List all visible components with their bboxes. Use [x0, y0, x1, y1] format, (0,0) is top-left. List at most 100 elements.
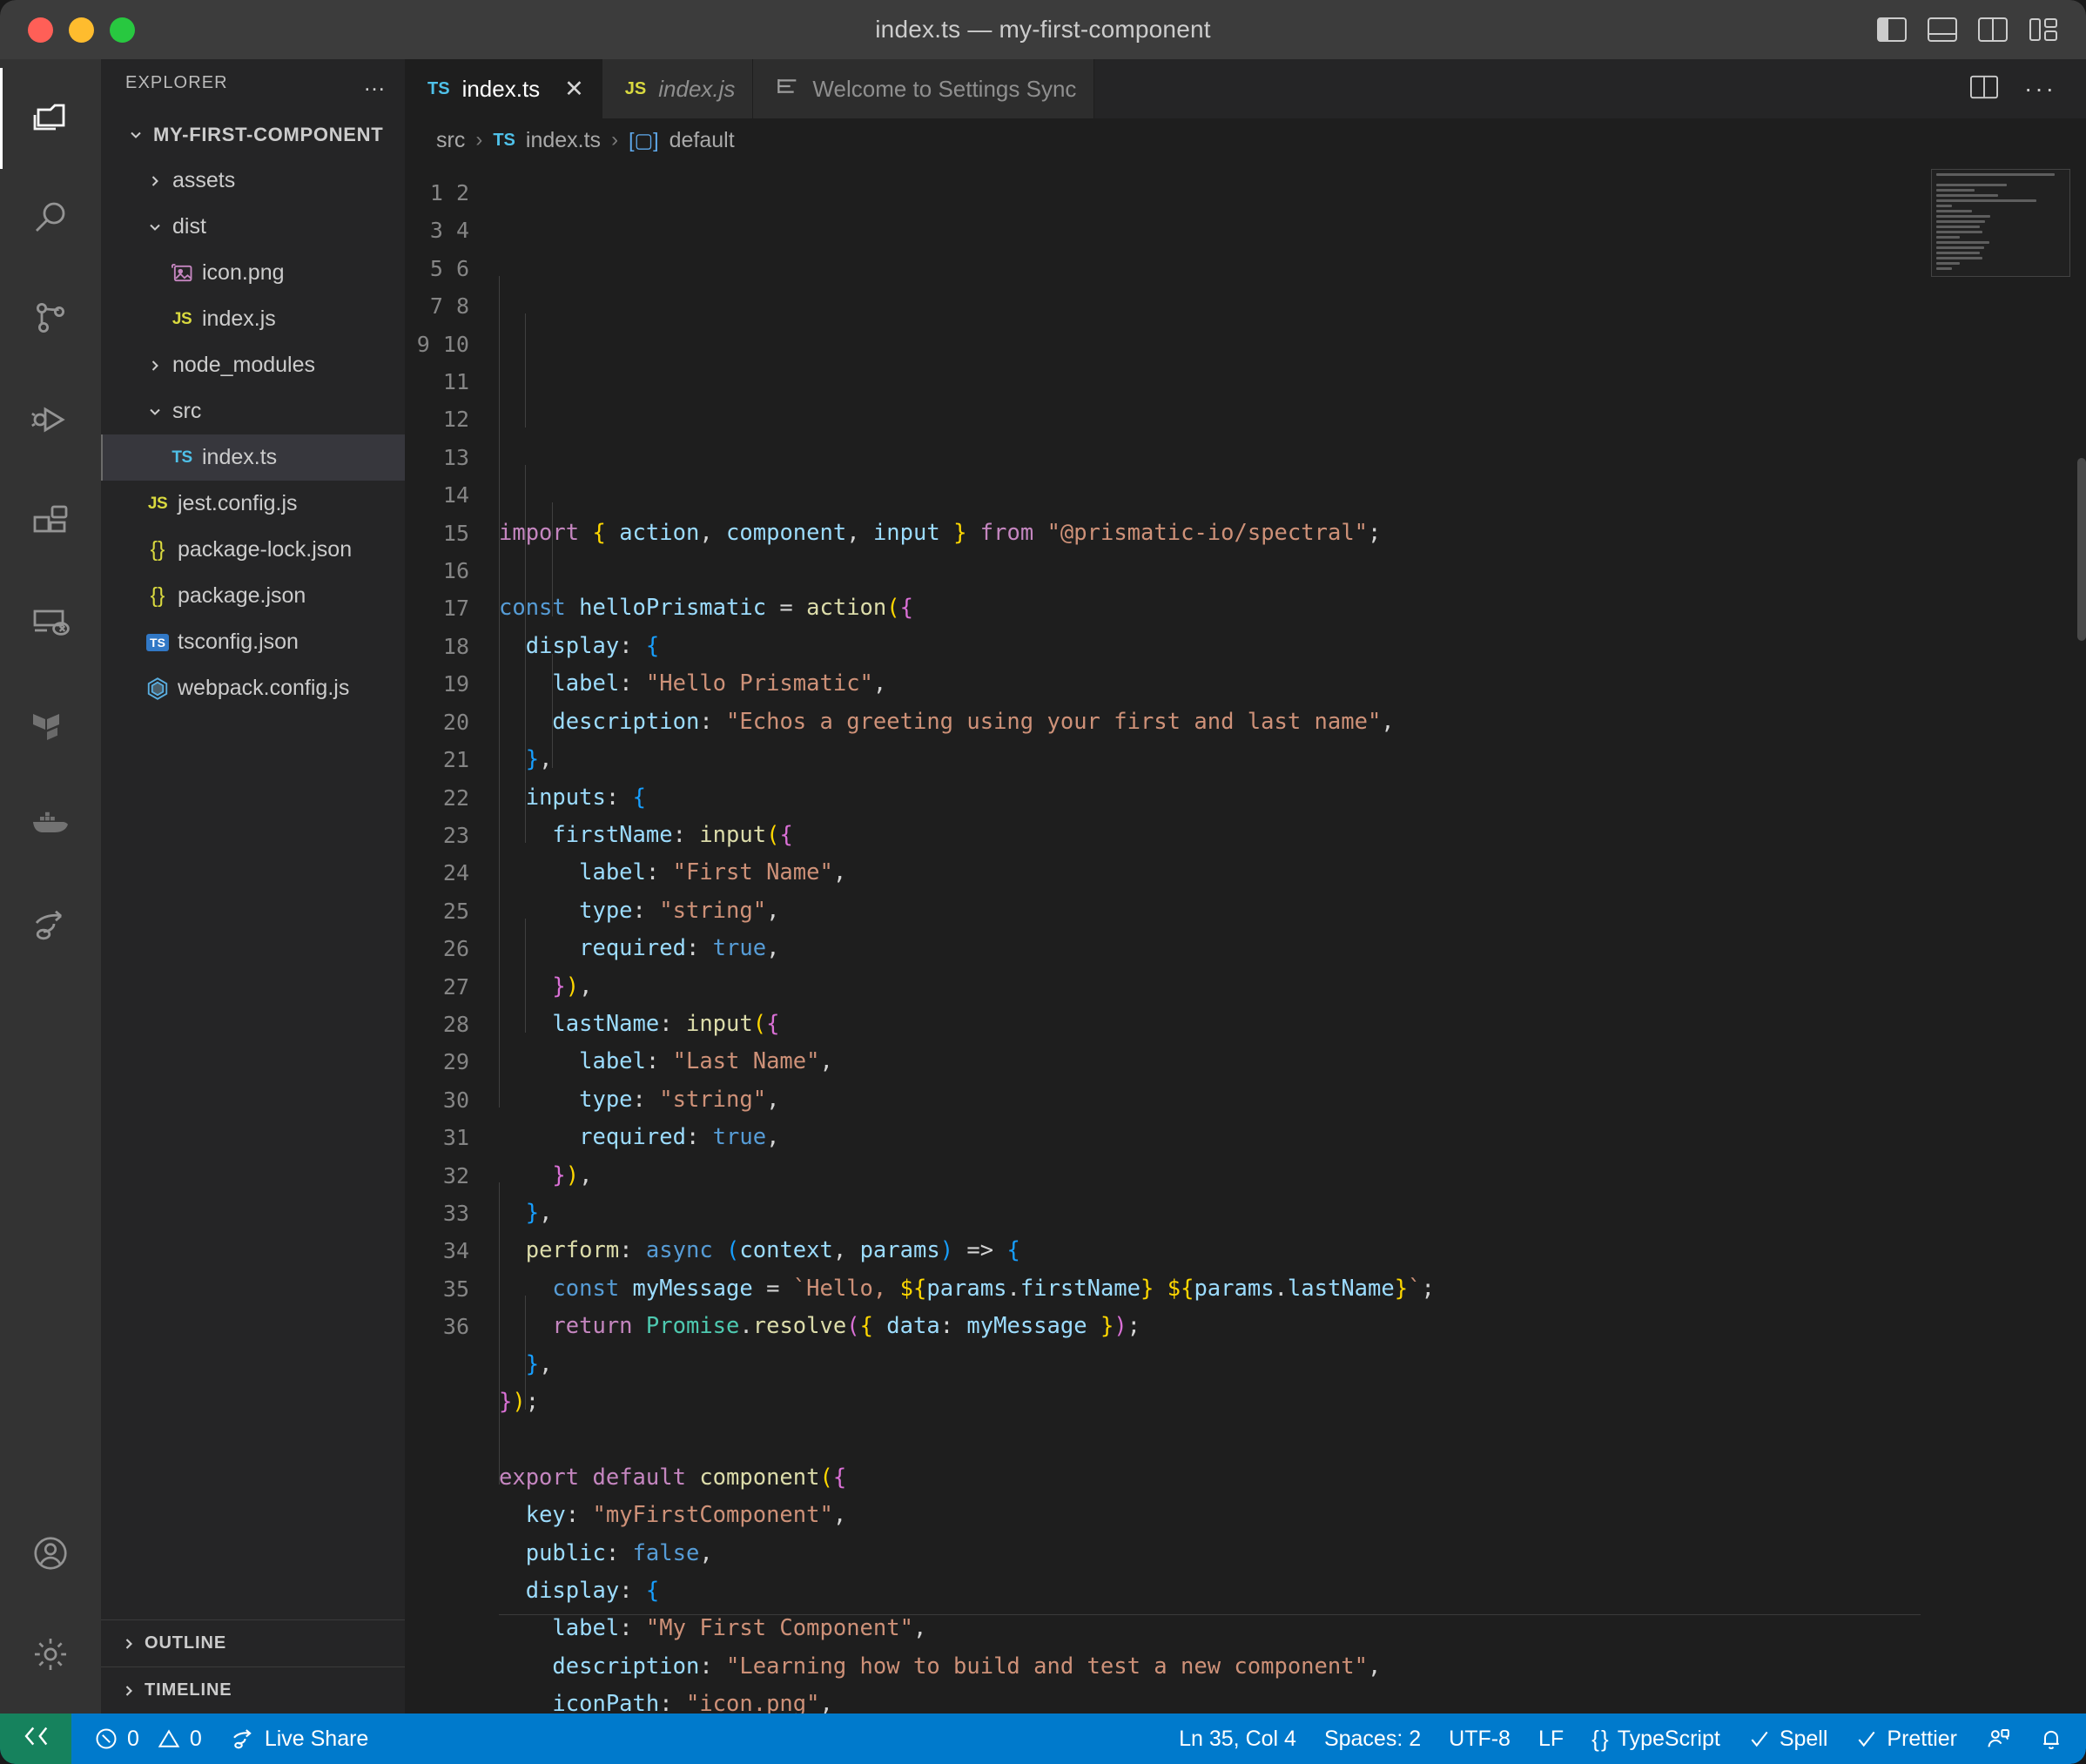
tree-item-label: dist	[171, 214, 206, 239]
status-cursor-position[interactable]: Ln 35, Col 4	[1165, 1714, 1310, 1764]
breadcrumb-item-src[interactable]: src	[436, 128, 465, 153]
status-feedback[interactable]	[1971, 1714, 2025, 1764]
tree-item-label: assets	[171, 168, 235, 193]
tab-welcome-to-settings-sync[interactable]: Welcome to Settings Sync	[753, 59, 1094, 118]
js-icon: JS	[625, 79, 646, 99]
list-icon	[776, 76, 800, 103]
tree-root-label: MY-FIRST-COMPONENT	[151, 124, 383, 146]
tab-index-js[interactable]: JS index.js	[602, 59, 754, 118]
status-prettier[interactable]: Prettier	[1841, 1714, 1971, 1764]
js-icon: JS	[139, 495, 176, 514]
activity-item-source-control[interactable]	[0, 270, 101, 371]
tree-item-jest-config-js[interactable]: JS jest.config.js	[101, 481, 405, 527]
terraform-icon	[30, 702, 71, 748]
minimize-window-button[interactable]	[69, 17, 94, 43]
activity-item-live-share[interactable]	[0, 876, 101, 977]
code-editor[interactable]: 1 2 3 4 5 6 7 8 9 10 11 12 13 14 15 16 1…	[405, 162, 2086, 1714]
status-eol[interactable]: LF	[1524, 1714, 1578, 1764]
vscode-window: index.ts — my-first-component	[0, 0, 2086, 1764]
ts-icon: TS	[493, 131, 515, 151]
code-content[interactable]: import { action, component, input } from…	[480, 162, 2086, 1714]
toggle-primary-sidebar-icon[interactable]	[1877, 17, 1907, 42]
live-share-icon	[230, 1727, 256, 1751]
status-live-share[interactable]: Live Share	[216, 1714, 383, 1764]
split-editor-icon[interactable]	[1970, 75, 1998, 104]
check-icon	[1748, 1727, 1771, 1750]
editor-scrollbar[interactable]	[2077, 458, 2086, 641]
tree-item-package-json[interactable]: {} package.json	[101, 573, 405, 619]
maximize-window-button[interactable]	[110, 17, 135, 43]
status-remote-indicator[interactable]	[0, 1714, 71, 1764]
activity-item-terraform[interactable]	[0, 674, 101, 775]
json-icon: {}	[139, 537, 176, 562]
tree-item-index-ts[interactable]: TS index.ts	[101, 434, 405, 481]
status-spell[interactable]: Spell	[1734, 1714, 1842, 1764]
extensions-icon	[30, 500, 71, 546]
tree-item-label: webpack.config.js	[176, 676, 349, 701]
customize-layout-icon[interactable]	[2029, 17, 2058, 42]
tree-item-dist[interactable]: dist	[101, 204, 405, 250]
tree-item-label: icon.png	[200, 260, 285, 286]
status-problems[interactable]: 0 0	[71, 1714, 216, 1764]
sidebar-title-label: EXPLORER	[125, 73, 228, 93]
status-encoding[interactable]: UTF-8	[1435, 1714, 1524, 1764]
activity-item-extensions[interactable]	[0, 472, 101, 573]
tree-item-index-js[interactable]: JS index.js	[101, 296, 405, 342]
activity-item-search[interactable]	[0, 169, 101, 270]
chevron-right-icon: ›	[475, 128, 482, 152]
tree-item-webpack-config-js[interactable]: webpack.config.js	[101, 665, 405, 711]
tree-item-assets[interactable]: assets	[101, 158, 405, 204]
breadcrumb-item-default[interactable]: default	[670, 128, 735, 153]
status-indentation[interactable]: Spaces: 2	[1310, 1714, 1435, 1764]
chevron-down-icon	[139, 219, 171, 236]
activity-item-manage[interactable]	[0, 1606, 101, 1707]
tree-item-label: index.js	[200, 306, 276, 332]
file-tree: MY-FIRST-COMPONENT assets dist	[101, 106, 405, 1619]
run-debug-icon	[30, 399, 71, 445]
sidebar-section-label: OUTLINE	[145, 1633, 226, 1653]
more-actions-icon[interactable]: ···	[2024, 77, 2056, 101]
activity-item-explorer[interactable]	[0, 68, 101, 169]
tree-root-my-first-component[interactable]: MY-FIRST-COMPONENT	[101, 111, 405, 158]
tab-index-ts[interactable]: TS index.ts ✕	[405, 59, 602, 118]
activity-item-remote-explorer[interactable]	[0, 573, 101, 674]
sidebar-section-timeline[interactable]: TIMELINE	[101, 1666, 405, 1714]
live-share-icon	[30, 904, 71, 950]
tree-item-icon-png[interactable]: icon.png	[101, 250, 405, 296]
chevron-right-icon: ›	[611, 128, 618, 152]
sidebar-more-actions-icon[interactable]: …	[363, 71, 387, 94]
sidebar-title: EXPLORER …	[101, 59, 405, 106]
tree-item-label: package-lock.json	[176, 537, 352, 562]
tree-item-package-lock-json[interactable]: {} package-lock.json	[101, 527, 405, 573]
docker-icon	[30, 803, 71, 849]
breadcrumb: src › TS index.ts › [▢] default	[405, 118, 2086, 162]
check-icon	[1855, 1727, 1878, 1750]
tree-item-src[interactable]: src	[101, 388, 405, 434]
chevron-right-icon	[139, 357, 171, 374]
toggle-panel-icon[interactable]	[1928, 17, 1957, 42]
close-icon[interactable]: ✕	[564, 77, 584, 101]
tree-item-label: jest.config.js	[176, 491, 298, 516]
status-notifications[interactable]	[2025, 1714, 2077, 1764]
status-language-mode[interactable]: { } TypeScript	[1578, 1714, 1734, 1764]
warning-count: 0	[190, 1727, 202, 1752]
tree-item-tsconfig-json[interactable]: TS tsconfig.json	[101, 619, 405, 665]
tree-item-label: src	[171, 399, 201, 424]
activity-item-docker[interactable]	[0, 775, 101, 876]
workbench: EXPLORER … MY-FIRST-COMPONENT assets	[0, 59, 2086, 1714]
layout-controls	[1877, 17, 2086, 42]
close-window-button[interactable]	[28, 17, 53, 43]
tsconfig-icon: TS	[139, 634, 176, 651]
sidebar-section-label: TIMELINE	[145, 1680, 232, 1700]
error-count: 0	[127, 1727, 139, 1752]
js-icon: JS	[164, 310, 200, 329]
sidebar-section-outline[interactable]: OUTLINE	[101, 1619, 405, 1666]
json-icon: {}	[139, 583, 176, 609]
tree-item-label: node_modules	[171, 353, 315, 378]
breadcrumb-item-index-ts[interactable]: index.ts	[526, 128, 601, 153]
activity-item-accounts[interactable]	[0, 1505, 101, 1606]
gear-icon	[30, 1634, 71, 1679]
toggle-secondary-sidebar-icon[interactable]	[1978, 17, 2008, 42]
activity-item-run-and-debug[interactable]	[0, 371, 101, 472]
tree-item-node-modules[interactable]: node_modules	[101, 342, 405, 388]
